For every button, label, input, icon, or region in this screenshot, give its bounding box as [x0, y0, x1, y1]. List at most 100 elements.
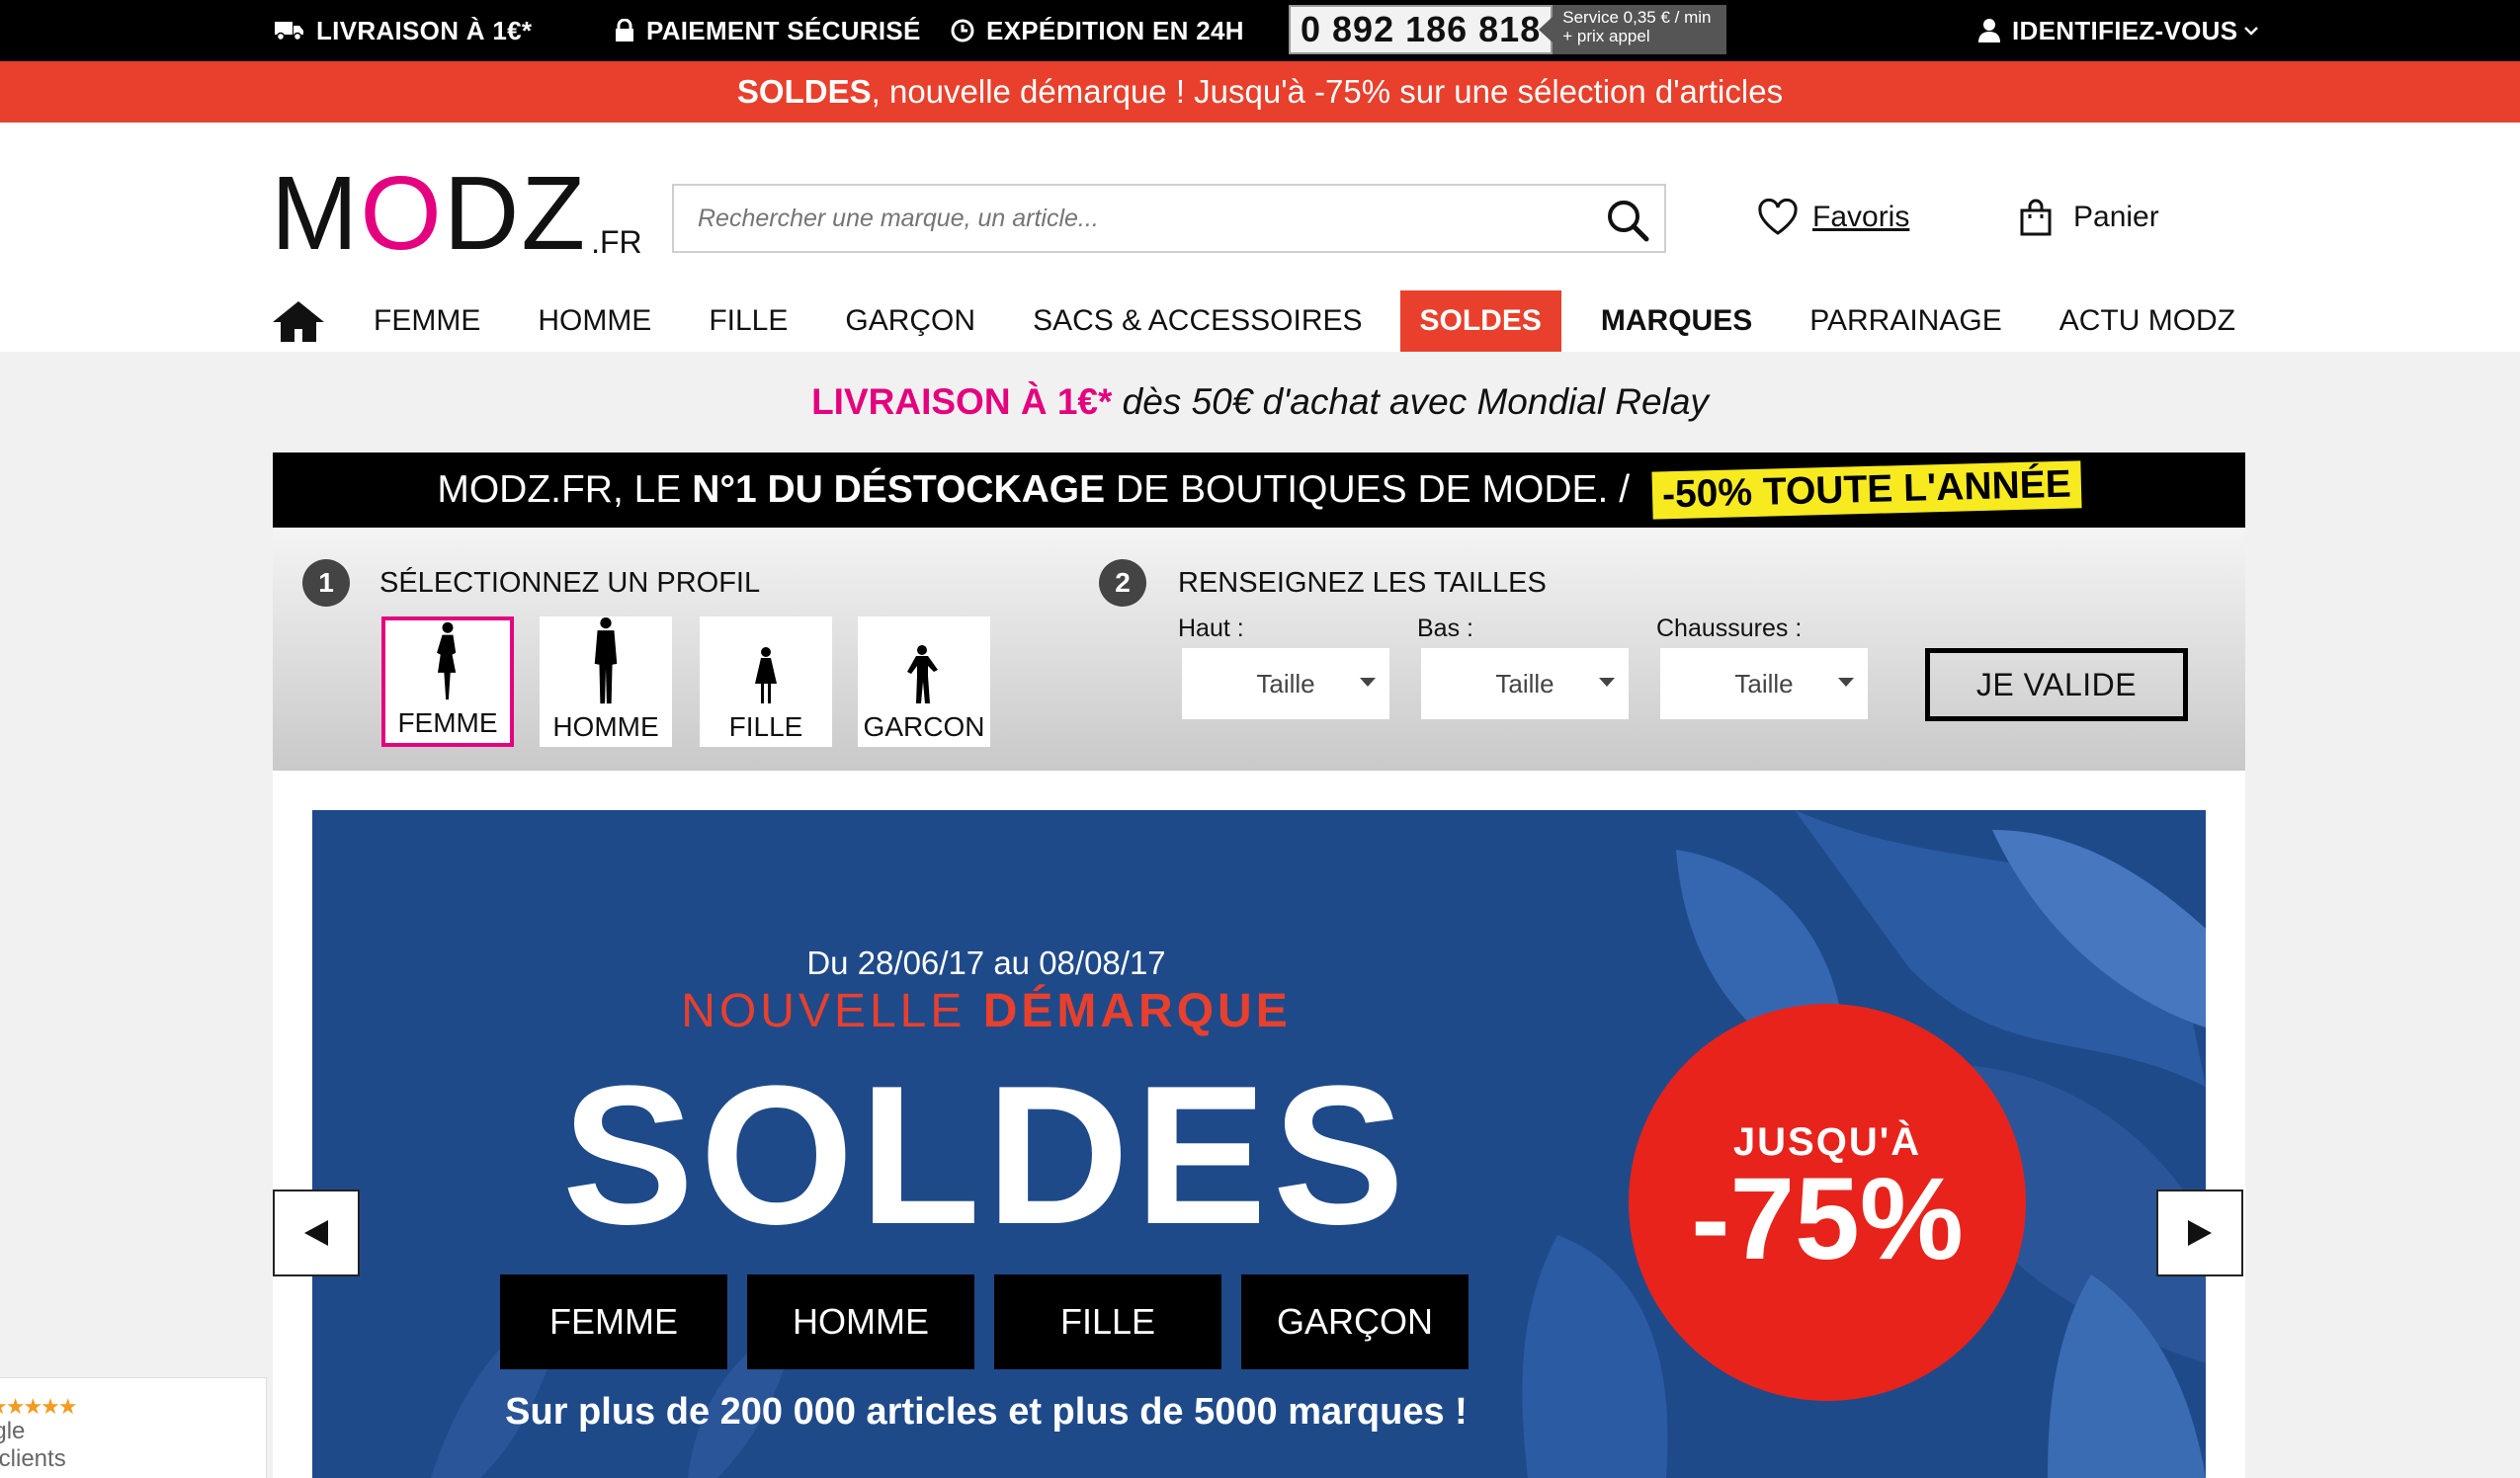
phone-number-value: 0 892 186 818: [1289, 5, 1554, 54]
banner-part2: DE BOUTIQUES DE MODE. /: [1105, 468, 1640, 511]
profile-homme[interactable]: HOMME: [540, 616, 672, 747]
login-text: IDENTIFIEZ-VOUS: [2012, 15, 2238, 45]
phone-number[interactable]: 0 892 186 818 Service 0,35 € / min + pri…: [1289, 5, 1727, 54]
man-silhouette-icon: [594, 616, 618, 704]
arrow-right-icon: [2188, 1220, 2212, 1246]
validate-button[interactable]: JE VALIDE: [1925, 648, 2188, 721]
nav-soldes[interactable]: SOLDES: [1399, 290, 1561, 352]
lock-icon: [616, 19, 633, 41]
review-line2: s clients: [0, 1445, 66, 1472]
hero-circle-value: -75%: [1691, 1154, 1964, 1284]
logo-suffix: .FR: [591, 224, 642, 260]
nav-sacs-accessoires[interactable]: SACS & ACCESSOIRES: [1033, 290, 1362, 352]
nav-fille[interactable]: FILLE: [709, 290, 788, 352]
size-select-chaussures[interactable]: Taille: [1660, 648, 1868, 719]
size-select-bas[interactable]: Taille: [1421, 648, 1629, 719]
step1-number: 1: [302, 559, 350, 607]
search-box: [672, 184, 1666, 253]
shipping-info: EXPÉDITION EN 24H: [951, 0, 1244, 61]
logo-m: M: [271, 155, 361, 272]
carousel-next-button[interactable]: [2156, 1190, 2243, 1276]
shipping-offer-text: dès 50€ d'achat avec Mondial Relay: [1112, 381, 1709, 422]
size-select-haut[interactable]: Taille: [1182, 648, 1389, 719]
logo-wordmark: MODZ: [271, 161, 587, 266]
dropdown-arrow-icon: [1360, 678, 1376, 687]
heart-icon: [1758, 199, 1798, 235]
hero-nouvelle: NOUVELLE: [681, 985, 983, 1037]
home-link[interactable]: [271, 290, 330, 352]
hero-subtitle: Sur plus de 200 000 articles et plus de …: [505, 1391, 1468, 1433]
profile-garcon[interactable]: GARCON: [858, 616, 990, 747]
profile-femme-label: FEMME: [397, 707, 498, 738]
modz-logo[interactable]: MODZ .FR: [271, 161, 642, 266]
profile-garcon-label: GARCON: [863, 711, 985, 742]
search-input[interactable]: [674, 204, 1563, 233]
dropdown-arrow-icon: [1838, 678, 1854, 687]
hero-title: SOLDES: [561, 1045, 1411, 1266]
clock-icon: [951, 19, 974, 42]
dropdown-arrow-icon: [1599, 678, 1615, 687]
phone-service-line1: Service 0,35 € / min: [1562, 8, 1712, 27]
profile-femme[interactable]: FEMME: [381, 616, 514, 747]
hero-homme-button[interactable]: HOMME: [747, 1274, 974, 1369]
nav-homme[interactable]: HOMME: [538, 290, 651, 352]
truck-icon: [275, 22, 303, 41]
hero-fille-button[interactable]: FILLE: [994, 1274, 1221, 1369]
promo-text: , nouvelle démarque ! Jusqu'à -75% sur u…: [871, 73, 1784, 110]
login-link[interactable]: IDENTIFIEZ-VOUS: [1978, 0, 2271, 61]
banner-highlight: -50% TOUTE L'ANNÉE: [1651, 460, 2082, 520]
size-label-bas: Bas :: [1417, 615, 1473, 642]
favorites-label: Favoris: [1812, 201, 1910, 233]
payment-info: PAIEMENT SÉCURISÉ: [615, 0, 921, 61]
nav-actu-modz[interactable]: ACTU MODZ: [2059, 290, 2235, 352]
size-select-haut-value: Taille: [1256, 668, 1315, 698]
cart-label: Panier: [2073, 201, 2159, 233]
banner-bold: N°1 DU DÉSTOCKAGE: [692, 468, 1106, 511]
step2-number: 2: [1099, 559, 1146, 607]
phone-service-line2: + prix appel: [1562, 27, 1650, 45]
boy-silhouette-icon: [907, 645, 938, 703]
logo-dz: DZ: [443, 155, 588, 272]
profile-fille-label: FILLE: [728, 711, 803, 742]
promo-bar[interactable]: SOLDES, nouvelle démarque ! Jusqu'à -75%…: [0, 61, 2520, 123]
favorites-link[interactable]: Favoris: [1757, 190, 1909, 245]
nav-femme[interactable]: FEMME: [374, 290, 480, 352]
nav-parrainage[interactable]: PARRAINAGE: [1809, 290, 2002, 352]
step1-label: SÉLECTIONNEZ UN PROFIL: [379, 567, 761, 599]
chevron-down-icon: [2244, 27, 2259, 36]
girl-silhouette-icon: [755, 647, 777, 703]
shipping-text: EXPÉDITION EN 24H: [986, 15, 1244, 45]
delivery-info: LIVRAISON À 1€*: [275, 0, 532, 61]
banner-part1: MODZ.FR, LE: [437, 468, 693, 511]
hero-garcon-button[interactable]: GARÇON: [1241, 1274, 1469, 1369]
promo-bold: SOLDES: [736, 73, 872, 110]
hero-dates: Du 28/06/17 au 08/08/17: [806, 944, 1166, 981]
payment-text: PAIEMENT SÉCURISÉ: [646, 15, 921, 45]
home-icon: [273, 301, 324, 342]
google-review-widget[interactable]: ★★★★★ ogle s clients: [0, 1377, 267, 1478]
delivery-text: LIVRAISON À 1€*: [316, 15, 533, 45]
rating-stars: ★★★★★: [0, 1394, 78, 1419]
profile-fille[interactable]: FILLE: [700, 616, 832, 747]
arrow-left-icon: [304, 1220, 328, 1246]
size-select-chaussures-value: Taille: [1734, 668, 1794, 698]
nav-marques[interactable]: MARQUES: [1601, 290, 1752, 352]
profile-size-selector: 1 SÉLECTIONNEZ UN PROFIL FEMME HOMME FIL…: [273, 528, 2245, 771]
carousel-prev-button[interactable]: [273, 1190, 360, 1276]
shipping-offer-highlight: LIVRAISON À 1€*: [811, 381, 1113, 422]
step2-label: RENSEIGNEZ LES TAILLES: [1178, 567, 1547, 599]
woman-silhouette-icon: [437, 621, 457, 700]
cart-link[interactable]: Panier: [2020, 190, 2159, 245]
main-nav: FEMME HOMME FILLE GARÇON SACS & ACCESSOI…: [271, 290, 2293, 352]
shopping-bag-icon: [2020, 199, 2052, 236]
size-select-bas-value: Taille: [1495, 668, 1554, 698]
hero-femme-button[interactable]: FEMME: [500, 1274, 727, 1369]
hero-nouvelle-demarque: NOUVELLE DÉMARQUE: [312, 984, 1660, 1038]
nav-garcon[interactable]: GARÇON: [845, 290, 975, 352]
hero-banner[interactable]: Du 28/06/17 au 08/08/17 NOUVELLE DÉMARQU…: [312, 810, 2206, 1478]
profile-homme-label: HOMME: [552, 711, 659, 742]
size-label-chaussures: Chaussures :: [1656, 615, 1803, 642]
shipping-offer-line: LIVRAISON À 1€* dès 50€ d'achat avec Mon…: [0, 381, 2520, 423]
site-header: MODZ .FR Favoris Panier FEMME HOMME FILL…: [0, 123, 2520, 352]
search-icon[interactable]: [1605, 198, 1650, 243]
